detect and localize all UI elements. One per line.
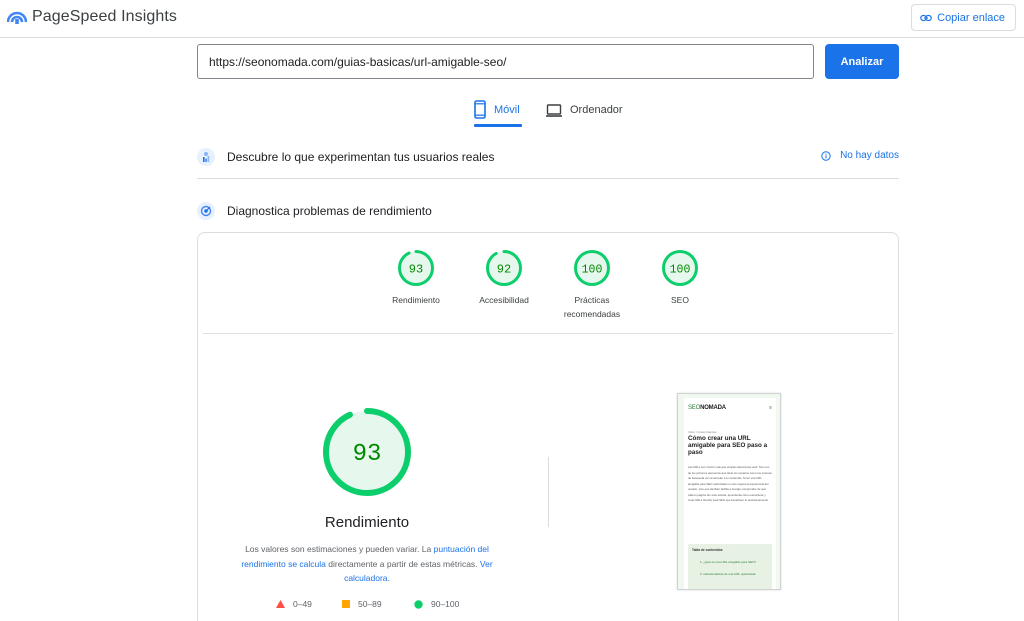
score-label: Rendimiento	[392, 295, 440, 305]
score-value: 100	[670, 264, 691, 277]
thumbnail-page: SEONOMADA ≡ Inicio / Guías básicas Cómo …	[684, 398, 776, 589]
gauge-ring: 92	[486, 250, 522, 286]
performance-title: Rendimiento	[324, 514, 410, 531]
score-gauge-seo[interactable]: 100 SEO	[635, 249, 725, 307]
app-title[interactable]: PageSpeed Insights	[32, 8, 177, 26]
score-gauge-best-practices[interactable]: 100 Prácticas recomendadas	[547, 249, 637, 321]
performance-description: Los valores son estimaciones y pueden va…	[232, 542, 502, 586]
orange-square-icon	[342, 600, 350, 608]
score-gauge-accessibility[interactable]: 92 Accesibilidad	[459, 249, 549, 307]
legend-range: 90–100	[431, 599, 460, 609]
no-data-label: No hay datos	[840, 150, 899, 161]
green-circle-icon	[414, 599, 423, 609]
score-label: Accesibilidad	[479, 295, 529, 305]
copy-link-label: Copiar enlace	[937, 11, 1005, 24]
score-value: 93	[409, 263, 423, 277]
performance-gauge: 93	[323, 408, 411, 496]
thumbnail-breadcrumb: Inicio / Guías básicas	[688, 430, 717, 434]
toc-title: Tabla de contenidos	[692, 548, 723, 552]
section-divider	[197, 178, 899, 179]
gauge-ring: 100	[662, 250, 698, 286]
pagespeed-logo-icon[interactable]	[7, 8, 27, 26]
laptop-icon	[546, 104, 562, 117]
diagnostics-title: Diagnostica problemas de rendimiento	[227, 204, 432, 218]
analyze-button[interactable]: Analizar	[825, 44, 899, 79]
diagnostics-section: Diagnostica problemas de rendimiento	[197, 199, 899, 223]
gauge-ring: 93	[398, 250, 434, 286]
thumbnail-table-of-contents: Tabla de contenidos 1. ¿Qué es una URL a…	[688, 544, 772, 589]
active-tab-indicator	[474, 124, 522, 127]
legend-pass: 90–100	[414, 599, 459, 609]
score-label: SEO	[671, 295, 689, 305]
page-screenshot-thumbnail[interactable]: SEONOMADA ≡ Inicio / Guías básicas Cómo …	[677, 393, 781, 590]
legend-range: 50–89	[358, 599, 382, 609]
no-data-link[interactable]: No hay datos	[821, 150, 899, 161]
real-users-section[interactable]: Descubre lo que experimentan tus usuario…	[197, 145, 899, 169]
desc-text: Los valores son estimaciones y pueden va…	[245, 544, 434, 554]
toc-item: 2. Características de una URL optimizada	[700, 572, 756, 576]
copy-link-button[interactable]: Copiar enlace	[911, 4, 1016, 31]
lighthouse-diagnostics-icon	[197, 202, 215, 220]
real-users-title: Descubre lo que experimentan tus usuario…	[227, 150, 495, 164]
legend-fail: 0–49	[276, 599, 312, 609]
tab-mobile-label: Móvil	[494, 104, 520, 116]
thumbnail-paragraph: Las URLs son mucho más que simples direc…	[688, 465, 772, 502]
legend-range: 0–49	[293, 599, 312, 609]
tab-desktop-label: Ordenador	[570, 104, 623, 116]
tab-desktop[interactable]: Ordenador	[546, 100, 623, 128]
legend-average: 50–89	[342, 599, 382, 609]
toc-item: 1. ¿Qué es una URL amigable para SEO?	[700, 560, 757, 564]
info-icon	[821, 150, 831, 161]
performance-score-value: 93	[353, 441, 382, 468]
gauge-ring: 100	[574, 250, 610, 286]
score-label: Prácticas recomendadas	[563, 295, 621, 319]
score-value: 100	[582, 264, 603, 277]
score-gauge-performance[interactable]: 93 Rendimiento	[371, 249, 461, 307]
card-divider	[203, 333, 893, 334]
site-logo: SEONOMADA	[688, 405, 726, 411]
desc-text: directamente a partir de estas métricas.	[325, 558, 480, 569]
site-logo-suffix: NOMADA	[700, 405, 726, 411]
site-logo-prefix: SEO	[688, 405, 701, 411]
link-icon	[920, 14, 932, 21]
red-triangle-icon	[276, 600, 285, 608]
vertical-separator	[548, 457, 549, 527]
top-bar: PageSpeed Insights Copiar enlace	[0, 0, 1024, 38]
hamburger-menu-icon: ≡	[769, 405, 772, 411]
users-chart-icon	[197, 148, 215, 166]
url-input[interactable]	[197, 44, 814, 79]
thumbnail-heading: Cómo crear una URL amigable para SEO pas…	[688, 435, 768, 456]
mobile-phone-icon	[474, 100, 486, 119]
score-value: 92	[497, 263, 511, 277]
desc-text: .	[387, 573, 390, 583]
